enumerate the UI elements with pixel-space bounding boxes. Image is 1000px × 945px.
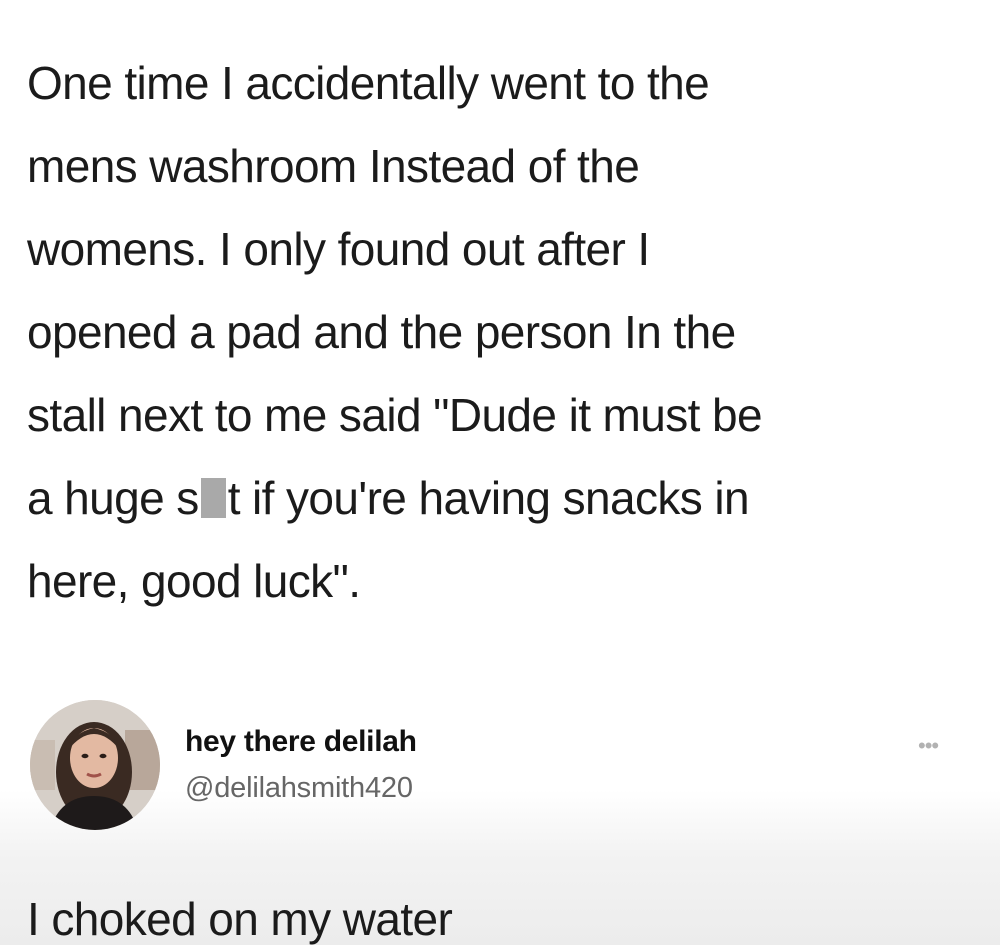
tweet-line: womens. I only found out after I	[27, 223, 650, 275]
censor-box	[200, 478, 226, 518]
tweet-text: One time I accidentally went to the mens…	[27, 42, 977, 623]
avatar-image	[30, 700, 160, 830]
tweet-line-censored: a huge s t if you're having snacks in	[27, 457, 977, 540]
tweet-line-part: a huge s	[27, 472, 199, 524]
user-handle[interactable]: @delilahsmith420	[185, 772, 413, 805]
tweet-line: mens washroom Instead of the	[27, 140, 640, 192]
reply-text: I choked on my water	[27, 893, 453, 945]
avatar[interactable]	[30, 700, 160, 830]
tweet-line-part: t if you're having snacks in	[227, 472, 750, 524]
more-options-icon[interactable]: •••	[918, 735, 939, 757]
tweet-line: stall next to me said "Dude it must be	[27, 389, 763, 441]
tweet-line: here, good luck".	[27, 555, 361, 607]
tweet-line: opened a pad and the person In the	[27, 306, 736, 358]
display-name[interactable]: hey there delilah	[185, 725, 417, 759]
tweet-line: One time I accidentally went to the	[27, 57, 710, 109]
